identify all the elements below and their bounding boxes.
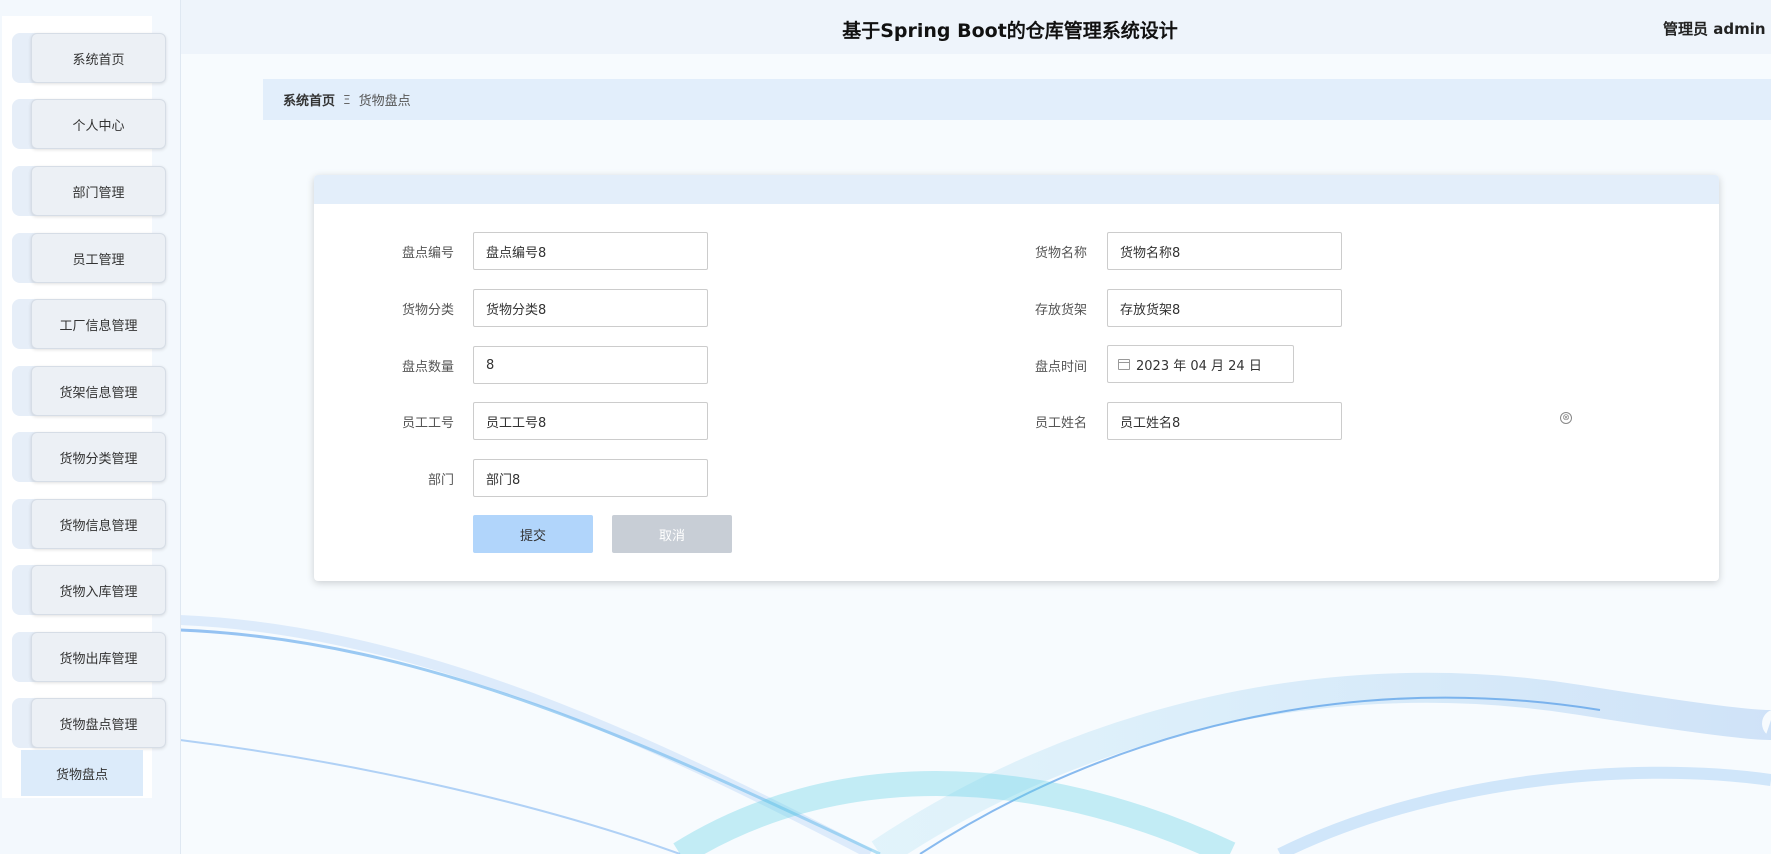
employee-name-label: 员工姓名 [1034, 416, 1087, 431]
sidebar-item-label[interactable]: 货物入库管理 [31, 565, 166, 615]
card-header-bar [314, 175, 1719, 204]
sidebar-item-label[interactable]: 系统首页 [31, 33, 166, 83]
check-time-value: 2023 年 04 月 24 日 [1136, 358, 1262, 374]
shelf-input[interactable]: 存放货架8 [1107, 289, 1342, 327]
sidebar-item-factory[interactable]: 工厂信息管理 [12, 299, 166, 349]
breadcrumb: 系统首页 Ξ 货物盘点 [263, 79, 1771, 120]
sidebar-subitem-inventory-check[interactable]: 货物盘点 [21, 750, 143, 796]
sidebar-item-shelf[interactable]: 货架信息管理 [12, 366, 166, 416]
sidebar-item-personal-center[interactable]: 个人中心 [12, 99, 166, 149]
sidebar-item-home[interactable]: 系统首页 [12, 33, 166, 83]
inventory-no-input[interactable]: 盘点编号8 [473, 232, 708, 270]
sidebar-item-label[interactable]: 货物分类管理 [31, 432, 166, 482]
employee-no-label: 员工工号 [401, 416, 454, 431]
calendar-icon [1118, 358, 1130, 370]
breadcrumb-separator-icon: Ξ [343, 92, 351, 107]
sidebar-item-label[interactable]: 货物出库管理 [31, 632, 166, 682]
sidebar-item-label[interactable]: 部门管理 [31, 166, 166, 216]
breadcrumb-home[interactable]: 系统首页 [283, 90, 335, 109]
sidebar-item-goods-outbound[interactable]: 货物出库管理 [12, 632, 166, 682]
goods-name-input[interactable]: 货物名称8 [1107, 232, 1342, 270]
sidebar: 系统首页 个人中心 部门管理 员工管理 工厂信息管理 货架信息管理 货物分类管理… [0, 0, 181, 854]
submit-button[interactable]: 提交 [473, 515, 593, 553]
inventory-form-card: 盘点编号 盘点编号8 货物名称 货物名称8 货物分类 货物分类8 存放货架 存放… [314, 175, 1719, 581]
sidebar-item-employee[interactable]: 员工管理 [12, 233, 166, 283]
inventory-no-label: 盘点编号 [401, 246, 454, 261]
goods-category-input[interactable]: 货物分类8 [473, 289, 708, 327]
sidebar-item-goods-info[interactable]: 货物信息管理 [12, 499, 166, 549]
goods-name-label: 货物名称 [1034, 246, 1087, 261]
sidebar-item-label[interactable]: 货架信息管理 [31, 366, 166, 416]
sidebar-item-goods-inventory[interactable]: 货物盘点管理 [12, 698, 166, 748]
check-time-date-input[interactable]: 2023 年 04 月 24 日 [1107, 345, 1294, 383]
sidebar-item-label[interactable]: 工厂信息管理 [31, 299, 166, 349]
department-input[interactable]: 部门8 [473, 459, 708, 497]
sidebar-item-department[interactable]: 部门管理 [12, 166, 166, 216]
department-label: 部门 [427, 473, 454, 488]
user-info[interactable]: 管理员 admin [1663, 18, 1766, 39]
employee-no-input[interactable]: 员工工号8 [473, 402, 708, 440]
sidebar-item-label[interactable]: 员工管理 [31, 233, 166, 283]
sidebar-item-goods-inbound[interactable]: 货物入库管理 [12, 565, 166, 615]
sidebar-item-label[interactable]: 个人中心 [31, 99, 166, 149]
sidebar-item-label[interactable]: 货物信息管理 [31, 499, 166, 549]
quantity-label: 盘点数量 [401, 360, 454, 375]
sidebar-item-label[interactable]: 货物盘点管理 [31, 698, 166, 748]
breadcrumb-current: 货物盘点 [358, 94, 411, 109]
goods-category-label: 货物分类 [401, 303, 454, 318]
employee-name-input[interactable]: 员工姓名8 [1107, 402, 1342, 440]
top-header: 基于Spring Boot的仓库管理系统设计 管理员 admin [181, 0, 1771, 54]
quantity-input[interactable]: 8 [473, 346, 708, 384]
clear-icon[interactable]: ⊗ [1560, 412, 1572, 424]
check-time-label: 盘点时间 [1034, 360, 1087, 375]
shelf-label: 存放货架 [1034, 303, 1087, 318]
cancel-button[interactable]: 取消 [612, 515, 732, 553]
sidebar-item-goods-category[interactable]: 货物分类管理 [12, 432, 166, 482]
app-title: 基于Spring Boot的仓库管理系统设计 [842, 20, 1178, 42]
